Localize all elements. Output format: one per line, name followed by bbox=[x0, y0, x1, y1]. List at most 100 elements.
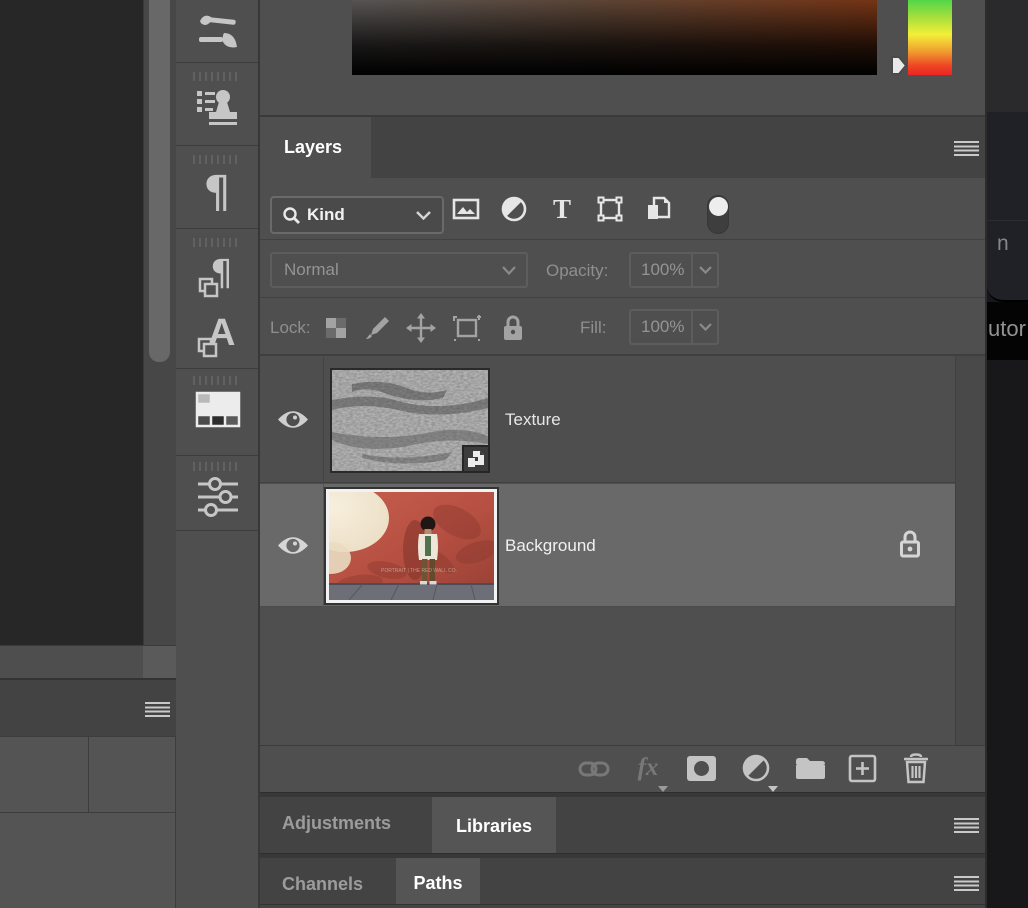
window-text-fragment: utor bbox=[988, 316, 1026, 342]
bottom-left-panel-menu-icon[interactable] bbox=[145, 702, 170, 717]
new-adjustment-layer-icon[interactable] bbox=[742, 754, 770, 782]
paragraph-styles-icon[interactable]: ¶ bbox=[196, 251, 240, 299]
libraries-panel-menu-icon[interactable] bbox=[954, 818, 979, 833]
svg-text:PORTRAIT | THE RED WALL CO.: PORTRAIT | THE RED WALL CO. bbox=[381, 568, 457, 574]
scrollbar-corner bbox=[143, 646, 176, 678]
tab-libraries-label: Libraries bbox=[456, 816, 532, 837]
visibility-eye-icon[interactable] bbox=[276, 534, 310, 557]
lock-position-icon[interactable] bbox=[406, 313, 436, 343]
layers-footer-bar: fx bbox=[260, 745, 985, 792]
tab-adjustments[interactable]: Adjustments bbox=[282, 813, 391, 834]
opacity-value-box[interactable]: 100% bbox=[629, 252, 719, 288]
background-black-strip: utor bbox=[987, 302, 1028, 360]
lock-label: Lock: bbox=[270, 318, 311, 338]
background-layer-thumbnail[interactable]: PORTRAIT | THE RED WALL CO. bbox=[326, 489, 497, 603]
properties-icon[interactable] bbox=[195, 474, 241, 520]
link-layers-icon[interactable] bbox=[578, 756, 610, 782]
layer-list: Texture bbox=[260, 356, 985, 745]
window-inner-line bbox=[987, 220, 1028, 221]
photoshop-workspace: ¶ ¶ A bbox=[0, 0, 1028, 908]
new-layer-icon[interactable] bbox=[848, 754, 877, 783]
delete-layer-icon[interactable] bbox=[901, 753, 931, 785]
layers-panel-menu-icon[interactable] bbox=[954, 141, 979, 156]
collapsed-panel-dock: ¶ ¶ A bbox=[176, 0, 260, 908]
shape-layer-filter-icon[interactable] bbox=[596, 195, 624, 223]
window-text-fragment: n bbox=[997, 232, 1009, 256]
background-window: n bbox=[987, 112, 1028, 302]
lock-image-pixels-icon[interactable] bbox=[364, 314, 392, 342]
fill-label: Fill: bbox=[580, 318, 606, 338]
paragraph-panel-icon[interactable]: ¶ bbox=[176, 164, 258, 220]
background-window-top bbox=[987, 0, 1028, 112]
pixel-layer-filter-icon[interactable] bbox=[452, 195, 480, 223]
swatches-icon[interactable] bbox=[195, 391, 241, 429]
fill-value-box[interactable]: 100% bbox=[629, 309, 719, 345]
type-layer-filter-icon[interactable]: T bbox=[548, 195, 576, 223]
chevron-down-icon bbox=[502, 266, 516, 275]
texture-layer-thumbnail[interactable] bbox=[330, 368, 490, 473]
layer-list-scrollbar-gutter[interactable] bbox=[955, 356, 985, 745]
right-edge-backdrop: n utor bbox=[985, 0, 1028, 908]
dock-group bbox=[176, 0, 258, 62]
chevron-down-icon[interactable] bbox=[693, 266, 717, 274]
smart-object-filter-icon[interactable] bbox=[644, 195, 672, 223]
layer-locked-icon bbox=[898, 529, 922, 560]
adjustments-libraries-panel-header: Adjustments Libraries bbox=[260, 797, 985, 853]
clone-source-icon[interactable] bbox=[195, 85, 241, 131]
hue-slider-bar[interactable] bbox=[908, 0, 952, 75]
character-styles-icon[interactable]: A bbox=[196, 309, 240, 359]
opacity-value: 100% bbox=[641, 260, 684, 280]
smart-object-badge-icon bbox=[462, 445, 490, 473]
dock-group: ¶ bbox=[176, 145, 258, 228]
layers-blend-bar: Normal Opacity: 100% bbox=[260, 240, 985, 298]
blend-mode-select[interactable]: Normal bbox=[270, 252, 528, 288]
tab-channels[interactable]: Channels bbox=[282, 874, 363, 895]
paths-panel-menu-icon[interactable] bbox=[954, 876, 979, 891]
dock-grip[interactable] bbox=[193, 462, 241, 471]
brushes-icon[interactable] bbox=[195, 9, 239, 53]
new-group-icon[interactable] bbox=[795, 755, 826, 781]
dock-group: ¶ A bbox=[176, 228, 258, 368]
visibility-eye-icon[interactable] bbox=[276, 408, 310, 431]
layer-name[interactable]: Texture bbox=[505, 410, 561, 430]
filter-toggle-knob bbox=[709, 197, 728, 216]
dock-grip[interactable] bbox=[193, 72, 241, 81]
filter-kind-dropdown[interactable]: Kind bbox=[270, 196, 444, 234]
tab-layers[interactable]: Layers bbox=[260, 117, 371, 178]
adjustment-layer-filter-icon[interactable] bbox=[500, 195, 528, 223]
bottom-left-panel-cell[interactable] bbox=[0, 736, 89, 813]
tab-paths[interactable]: Paths bbox=[396, 858, 480, 908]
dock-group bbox=[176, 455, 258, 531]
layer-name[interactable]: Background bbox=[505, 536, 596, 556]
bottom-left-panel-cell[interactable] bbox=[0, 813, 176, 908]
bottom-left-panel-cell[interactable] bbox=[89, 736, 176, 813]
dock-grip[interactable] bbox=[193, 155, 241, 164]
layer-row-texture[interactable]: Texture bbox=[260, 357, 955, 483]
lock-transparent-pixels-icon[interactable] bbox=[324, 316, 348, 340]
dock-grip[interactable] bbox=[193, 238, 241, 247]
lock-all-icon[interactable] bbox=[500, 313, 526, 343]
layer-row-background[interactable]: PORTRAIT | THE RED WALL CO. Background bbox=[260, 484, 955, 607]
color-saturation-field[interactable] bbox=[352, 0, 877, 75]
layers-panel: Layers Kind bbox=[260, 117, 985, 792]
layer-effects-icon[interactable]: fx bbox=[632, 752, 664, 784]
layers-panel-header: Layers bbox=[260, 117, 985, 178]
dock-group bbox=[176, 368, 258, 455]
document-canvas[interactable] bbox=[0, 0, 143, 645]
bottom-left-panel-header bbox=[0, 678, 176, 736]
chevron-down-icon[interactable] bbox=[693, 323, 717, 331]
panel-column: Layers Kind bbox=[260, 0, 985, 908]
dock-grip[interactable] bbox=[193, 376, 241, 385]
dock-group bbox=[176, 62, 258, 145]
hue-slider-indicator-icon[interactable] bbox=[890, 55, 908, 76]
panel-body-edge bbox=[260, 904, 985, 908]
tab-libraries[interactable]: Libraries bbox=[432, 797, 556, 855]
layers-filter-bar: Kind T bbox=[260, 178, 985, 240]
eye-column-divider bbox=[323, 484, 324, 607]
search-icon bbox=[282, 206, 301, 225]
eye-column-divider bbox=[323, 357, 324, 483]
canvas-scrollbar-thumb[interactable] bbox=[149, 0, 170, 362]
add-layer-mask-icon[interactable] bbox=[686, 755, 717, 782]
lock-artboards-icon[interactable] bbox=[452, 314, 482, 342]
filter-toggle[interactable] bbox=[707, 195, 729, 234]
